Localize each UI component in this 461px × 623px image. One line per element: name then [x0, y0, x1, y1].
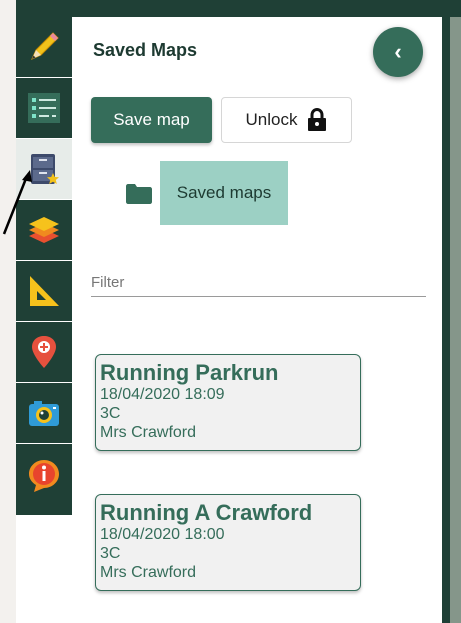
folder-label: Saved maps: [176, 183, 272, 202]
panel-title: Saved Maps: [93, 40, 198, 60]
filter-input[interactable]: Filter: [91, 274, 124, 291]
camera-tool-button[interactable]: [16, 383, 72, 444]
map-name: Running A Crawford: [100, 500, 313, 525]
pointer-arrow: [2, 170, 32, 235]
list-icon: [28, 93, 60, 123]
saved-maps-panel: Saved Maps ‹ Save map Unlock Saved maps …: [73, 17, 442, 623]
tool-sidebar: [16, 17, 72, 515]
map-owner: Mrs Crawford: [100, 564, 197, 581]
unlock-label: Unlock: [245, 110, 298, 129]
saved-map-card[interactable]: Running Parkrun 18/04/2020 18:09 3C Mrs …: [95, 354, 361, 451]
unlock-button[interactable]: Unlock: [221, 97, 352, 143]
map-group: 3C: [100, 545, 121, 562]
map-edge-texture: [450, 17, 461, 623]
filter-underline: [91, 296, 426, 297]
saved-maps-folder[interactable]: Saved maps: [160, 161, 288, 225]
chevron-left-icon: ‹: [394, 39, 402, 64]
lock-icon: [308, 108, 327, 131]
marker-tool-button[interactable]: [16, 322, 72, 383]
info-tool-button[interactable]: [16, 444, 72, 505]
pencil-icon: [31, 32, 59, 60]
list-tool-button[interactable]: [16, 78, 72, 139]
map-date: 18/04/2020 18:00: [100, 526, 225, 543]
set-square-icon: [30, 276, 59, 306]
measure-tool-button[interactable]: [16, 261, 72, 322]
map-name: Running Parkrun: [100, 360, 279, 385]
folder-icon: [126, 184, 152, 204]
collapse-panel-button[interactable]: ‹: [373, 27, 423, 77]
camera-icon: [29, 401, 59, 426]
info-icon: [29, 459, 59, 492]
top-frame: [16, 0, 461, 17]
map-group: 3C: [100, 405, 121, 422]
draw-tool-button[interactable]: [16, 17, 72, 78]
map-pin-icon: [32, 336, 56, 368]
save-map-label: Save map: [113, 110, 190, 129]
map-background[interactable]: [0, 0, 16, 623]
map-owner: Mrs Crawford: [100, 424, 197, 441]
save-map-button[interactable]: Save map: [91, 97, 212, 143]
saved-map-card[interactable]: Running A Crawford 18/04/2020 18:00 3C M…: [95, 494, 361, 591]
map-date: 18/04/2020 18:09: [100, 386, 225, 403]
